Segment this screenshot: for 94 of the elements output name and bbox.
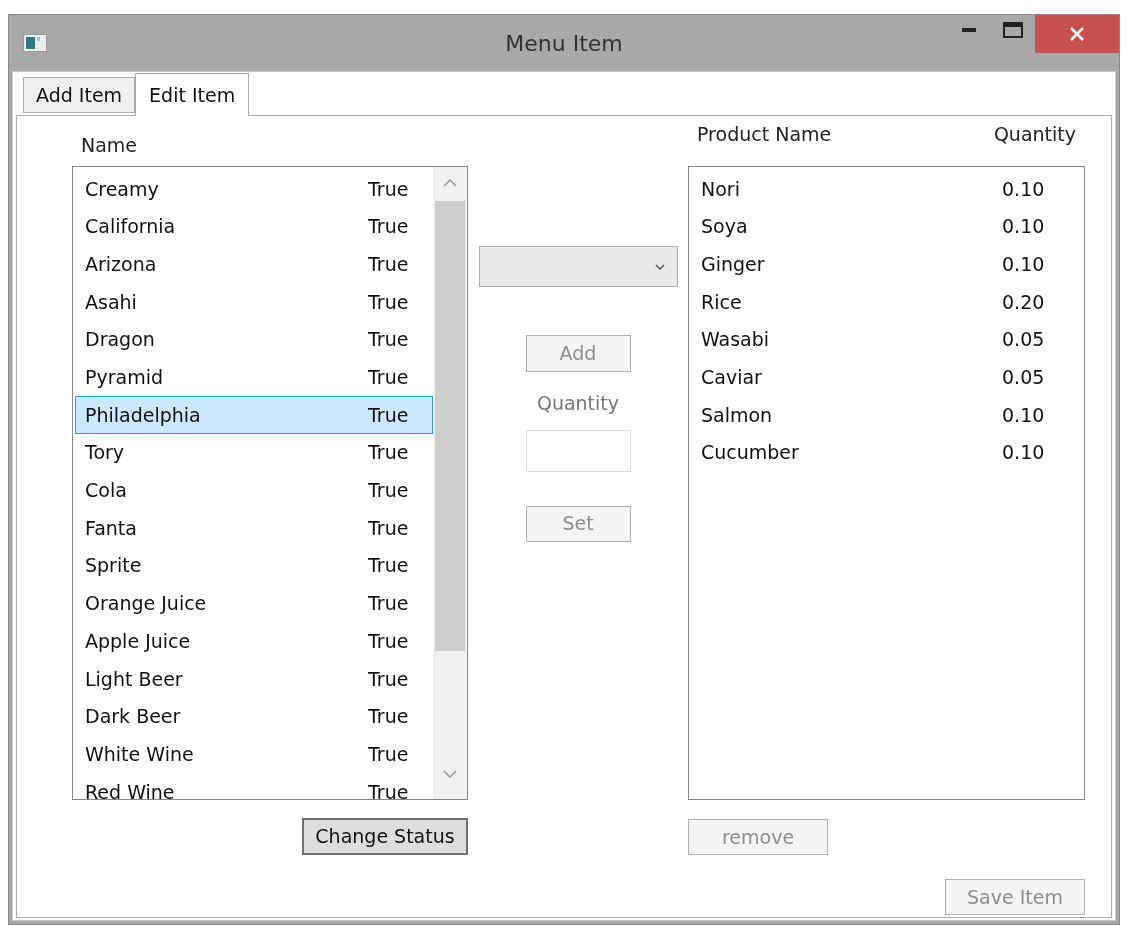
product-quantity: 0.10 [1002, 440, 1046, 466]
change-status-button[interactable]: Change Status [302, 818, 468, 855]
list-row[interactable]: Orange Juice True [75, 584, 433, 623]
list-row[interactable]: Red Wine True [75, 773, 433, 799]
list-row[interactable]: California True [75, 207, 433, 246]
product-quantity: 0.20 [1002, 289, 1046, 315]
item-name: Red Wine [85, 779, 175, 799]
item-status: True [368, 478, 410, 504]
item-status: True [368, 628, 410, 654]
minimize-icon [962, 28, 976, 32]
tab[interactable]: Add Item [23, 77, 136, 113]
item-name: Sprite [85, 553, 142, 579]
ingredient-row[interactable]: Nori 0.10 [691, 170, 1084, 208]
item-name: White Wine [85, 741, 194, 767]
product-quantity: 0.10 [1002, 176, 1046, 202]
product-quantity: 0.05 [1002, 327, 1046, 353]
list-row[interactable]: Dark Beer True [75, 697, 433, 736]
product-name: Ginger [701, 251, 765, 277]
column-header: Name [81, 132, 138, 158]
scroll-up-icon[interactable] [443, 178, 457, 188]
item-status: True [368, 553, 410, 579]
product-quantity: 0.05 [1002, 365, 1046, 391]
product-dropdown[interactable] [478, 246, 678, 287]
item-name: California [85, 214, 176, 240]
maximize-icon [1003, 22, 1023, 38]
item-status: True [368, 214, 410, 240]
item-status: True [368, 402, 410, 428]
ingredient-row[interactable]: Ginger 0.10 [691, 245, 1084, 284]
item-name: Fanta [85, 515, 137, 541]
quantity-field[interactable] [525, 429, 631, 472]
list-row[interactable]: Light Beer True [75, 659, 433, 698]
product-name: Nori [701, 176, 740, 202]
list-row[interactable]: Apple Juice True [75, 622, 433, 660]
scroll-down-icon[interactable] [443, 769, 457, 779]
list-row[interactable]: Cola True [75, 471, 433, 510]
product-quantity: 0.10 [1002, 214, 1046, 240]
list-row[interactable]: Fanta True [75, 509, 433, 547]
list-row[interactable]: Arizona True [75, 245, 433, 284]
list-row[interactable]: Dragon True [75, 320, 433, 359]
item-status: True [368, 251, 410, 277]
list-row[interactable]: Tory True [75, 433, 433, 472]
ingredient-row[interactable]: Caviar 0.05 [691, 358, 1084, 397]
app-icon [23, 34, 47, 52]
item-name: Arizona [85, 251, 157, 277]
item-status: True [368, 591, 410, 617]
ingredient-row[interactable]: Soya 0.10 [691, 207, 1084, 246]
ingredient-row[interactable]: Salmon 0.10 [691, 396, 1084, 434]
item-status: True [368, 666, 410, 692]
item-status: True [368, 741, 410, 767]
list-row[interactable]: Asahi True [75, 283, 433, 321]
item-name: Orange Juice [85, 591, 207, 617]
ingredient-row[interactable]: Wasabi 0.05 [691, 320, 1084, 359]
list-row[interactable]: Creamy True [75, 170, 433, 208]
quantity-label: Quantity [536, 391, 620, 416]
product-name: Salmon [701, 402, 773, 428]
item-name: Pyramid [85, 365, 163, 391]
item-status: True [368, 515, 410, 541]
item-status: True [368, 779, 410, 799]
list-row[interactable]: Pyramid True [75, 358, 433, 397]
item-status: True [368, 440, 410, 466]
item-name: Creamy [85, 176, 159, 202]
product-name: Soya [701, 214, 748, 240]
item-name: Light Beer [85, 666, 183, 692]
item-name: Asahi [85, 289, 137, 315]
product-name: Rice [701, 289, 742, 315]
product-name: Caviar [701, 365, 762, 391]
item-name: Tory [85, 440, 125, 466]
list-row[interactable]: Philadelphia True [75, 396, 433, 434]
item-name: Philadelphia [85, 402, 201, 428]
item-status: True [368, 704, 410, 730]
column-header: Quantity [993, 122, 1076, 147]
ingredient-row[interactable]: Rice 0.20 [691, 283, 1084, 321]
ingredient-row[interactable]: Cucumber 0.10 [691, 433, 1084, 472]
item-status: True [368, 176, 410, 202]
item-name: Apple Juice [85, 628, 191, 654]
item-name: Cola [85, 478, 127, 504]
column-header: Product Name [697, 122, 832, 147]
chevron-down-icon [654, 263, 665, 270]
product-quantity: 0.10 [1002, 251, 1046, 277]
item-name: Dragon [85, 327, 155, 353]
item-status: True [368, 289, 410, 315]
list-row[interactable]: White Wine True [75, 735, 433, 773]
item-status: True [368, 365, 410, 391]
tab[interactable]: Edit Item [135, 73, 250, 116]
item-name: Dark Beer [85, 704, 181, 730]
product-name: Wasabi [701, 327, 770, 353]
product-quantity: 0.10 [1002, 402, 1046, 428]
item-status: True [368, 327, 410, 353]
close-icon [1069, 26, 1085, 42]
scrollbar[interactable] [433, 167, 467, 799]
window-title: Menu Item [505, 29, 623, 58]
product-name: Cucumber [701, 440, 799, 466]
list-row[interactable]: Sprite True [75, 546, 433, 585]
scrollbar-thumb[interactable] [435, 201, 465, 651]
